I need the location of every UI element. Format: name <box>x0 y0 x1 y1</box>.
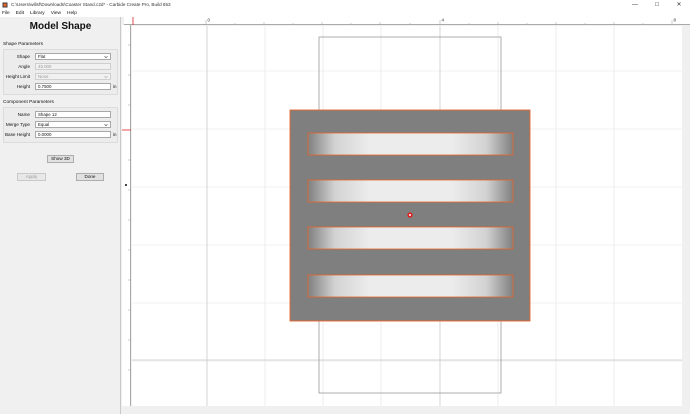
height-unit: in <box>113 84 117 89</box>
name-input[interactable]: Shape 12 <box>35 111 111 118</box>
ridge-4[interactable] <box>307 274 514 298</box>
component-parameters-label: Component Parameters <box>3 100 54 105</box>
chevron-down-icon <box>104 75 108 79</box>
window-title: C:\Users\willsf\Downloads\Coaster Stand.… <box>11 2 171 7</box>
merge-type-select[interactable]: Equal <box>35 121 111 128</box>
maximize-button[interactable]: ☐ <box>646 0 668 9</box>
shape-label: Shape <box>16 54 30 59</box>
menu-bar: File Edit Library View Help <box>0 9 690 17</box>
left-ruler <box>122 25 131 406</box>
chevron-down-icon <box>104 123 108 127</box>
menu-help[interactable]: Help <box>67 11 77 16</box>
height-limit-select[interactable]: None <box>35 73 111 80</box>
apply-button[interactable]: Apply <box>17 173 46 181</box>
height-label: Height <box>16 84 30 89</box>
done-button[interactable]: Done <box>76 173 104 181</box>
angle-value: 45.000 <box>38 64 52 69</box>
close-button[interactable]: ✕ <box>668 0 690 9</box>
panel-heading: Model Shape <box>29 21 92 32</box>
base-height-label: Base Height <box>4 132 30 137</box>
angle-label: Angle <box>18 64 30 69</box>
ruler-tick-0: 0 <box>208 18 211 23</box>
name-label: Name <box>17 112 30 117</box>
base-height-value: 0.0000 <box>38 132 52 137</box>
menu-library[interactable]: Library <box>30 11 45 16</box>
shape-select[interactable]: Flat <box>35 53 111 60</box>
minimize-button[interactable]: — <box>624 0 646 9</box>
height-limit-value: None <box>38 74 49 79</box>
height-input[interactable]: 0.7500 <box>35 83 111 90</box>
vertical-scrollbar[interactable] <box>682 25 690 406</box>
name-value: Shape 12 <box>38 112 57 117</box>
model-shape-panel: Model Shape Shape Parameters Shape Flat … <box>0 17 121 414</box>
chevron-down-icon <box>104 55 108 59</box>
shape-parameters-group: Shape Flat Angle 45.000 Height Limit Non… <box>3 49 118 95</box>
top-ruler: 0 4 8 <box>124 17 690 25</box>
ridge-3[interactable] <box>307 226 514 250</box>
ridge-1[interactable] <box>307 132 514 156</box>
show-3d-button[interactable]: Show 3D <box>47 155 74 163</box>
merge-type-label: Merge Type <box>5 122 30 127</box>
ridge-2[interactable] <box>307 179 514 203</box>
shape-value: Flat <box>38 54 46 59</box>
ruler-tick-8: 8 <box>674 18 677 23</box>
height-value: 0.7500 <box>38 84 52 89</box>
carbide-create-icon <box>2 2 8 8</box>
angle-input[interactable]: 45.000 <box>35 63 111 70</box>
menu-file[interactable]: File <box>2 11 10 16</box>
horizontal-scrollbar[interactable] <box>122 406 690 414</box>
menu-edit[interactable]: Edit <box>16 11 24 16</box>
base-height-unit: in <box>113 132 117 137</box>
menu-view[interactable]: View <box>51 11 61 16</box>
title-bar: C:\Users\willsf\Downloads\Coaster Stand.… <box>0 0 690 9</box>
ruler-tick-4: 4 <box>442 18 445 23</box>
component-parameters-group: Name Shape 12 Merge Type Equal Base Heig… <box>3 107 118 143</box>
shape-parameters-label: Shape Parameters <box>3 42 43 47</box>
merge-type-value: Equal <box>38 122 50 127</box>
height-limit-label: Height Limit <box>5 74 30 79</box>
base-height-input[interactable]: 0.0000 <box>35 131 111 138</box>
center-marker-icon[interactable] <box>407 212 413 218</box>
design-canvas[interactable] <box>132 26 682 406</box>
